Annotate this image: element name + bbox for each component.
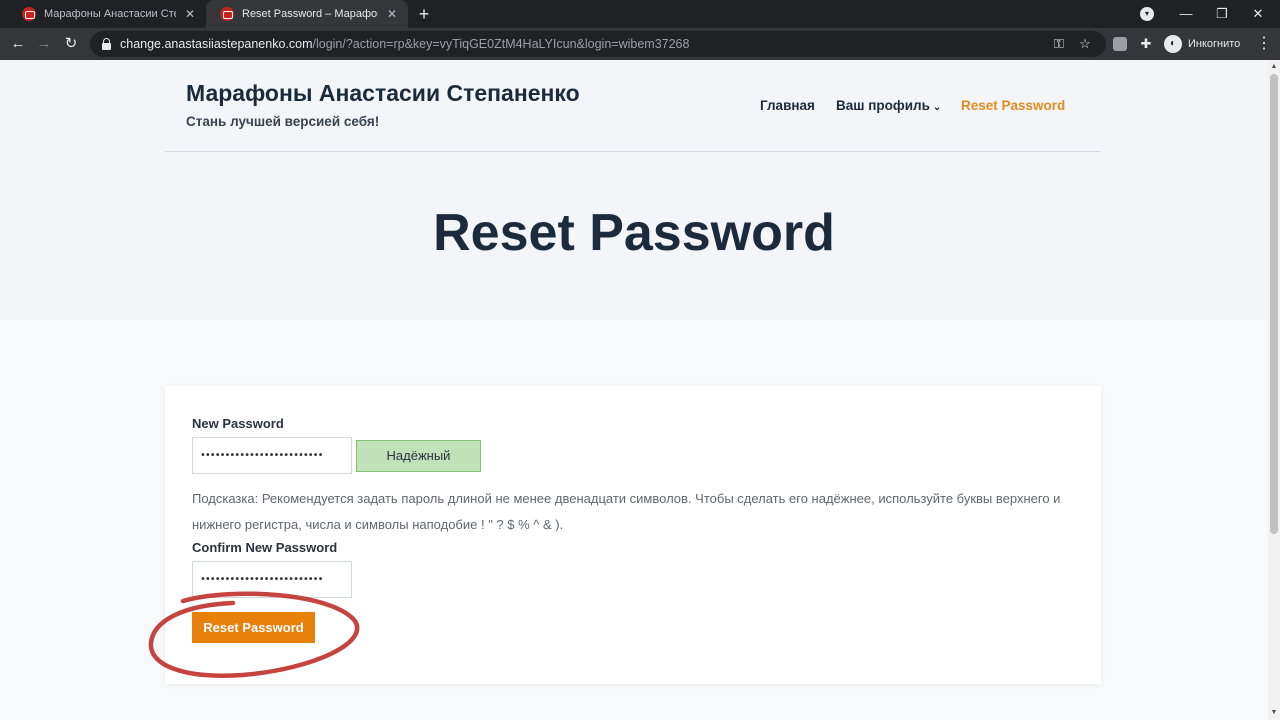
extension-icon[interactable] [1113, 37, 1127, 51]
kebab-menu-icon[interactable]: ⋮ [1254, 34, 1274, 54]
nav-item-label: Reset Password [961, 98, 1066, 113]
nav-item-home[interactable]: Главная [760, 98, 815, 113]
nav-item-label: Главная [760, 98, 815, 113]
browser-tab-active[interactable]: Reset Password – Марафоны Ан ✕ [206, 0, 408, 28]
new-password-input[interactable] [192, 437, 352, 474]
incognito-indicator[interactable]: ◐ Инкогнито [1164, 33, 1240, 55]
reload-icon[interactable]: ↻ [61, 34, 81, 54]
close-icon[interactable]: ✕ [182, 7, 198, 21]
web-page: Марафоны Анастасии Степаненко Стань лучш… [0, 60, 1268, 720]
key-icon[interactable]: ⚿ [1050, 35, 1068, 53]
new-tab-button[interactable]: + [414, 4, 434, 24]
scroll-down-icon[interactable]: ▼ [1270, 708, 1278, 718]
password-strength-badge: Надёжный [356, 440, 481, 472]
annotation-circle [148, 591, 360, 678]
confirm-password-label: Confirm New Password [192, 540, 338, 555]
puzzle-icon[interactable]: ✚ [1137, 35, 1155, 53]
chevron-down-icon: ⌄ [932, 102, 942, 113]
incognito-icon: ◐ [1164, 35, 1182, 53]
tab-search-icon[interactable]: ▾ [1140, 7, 1154, 21]
lock-icon[interactable] [102, 37, 111, 50]
url-text[interactable]: change.anastasiiastepanenko.com/login/?a… [120, 37, 689, 51]
browser-tab-bar: Марафоны Анастасии Степане ✕ Reset Passw… [0, 0, 1280, 28]
password-hint: Подсказка: Рекомендуется задать пароль д… [192, 491, 1061, 532]
site-title[interactable]: Марафоны Анастасии Степаненко [186, 80, 580, 107]
restore-icon[interactable]: ❐ [1204, 0, 1240, 28]
forward-arrow-icon[interactable]: → [34, 34, 54, 54]
nav-item-profile[interactable]: Ваш профиль ⌄ [836, 98, 941, 113]
star-icon[interactable]: ☆ [1076, 35, 1094, 53]
browser-tab[interactable]: Марафоны Анастасии Степане ✕ [8, 0, 206, 28]
site-tagline: Стань лучшей версией себя! [186, 114, 380, 129]
site-favicon-icon [220, 7, 234, 21]
browser-toolbar: ← → ↻ change.anastasiiastepanenko.com/lo… [0, 28, 1280, 60]
header-divider [165, 151, 1101, 152]
back-arrow-icon[interactable]: ← [8, 34, 28, 54]
scrollbar-thumb[interactable] [1270, 74, 1278, 534]
window-close-icon[interactable]: ✕ [1240, 0, 1276, 28]
nav-item-label: Ваш профиль [836, 98, 930, 113]
page-title: Reset Password [433, 204, 835, 262]
nav-item-reset-password[interactable]: Reset Password [961, 98, 1065, 113]
new-password-label: New Password [192, 416, 284, 431]
address-bar[interactable]: change.anastasiiastepanenko.com/login/?a… [90, 31, 1106, 57]
site-favicon-icon [22, 7, 36, 21]
tab-title: Reset Password – Марафоны Ан [242, 8, 378, 20]
scroll-up-icon[interactable]: ▲ [1270, 62, 1278, 72]
page-scrollbar[interactable]: ▲ ▼ [1268, 60, 1280, 720]
incognito-label: Инкогнито [1188, 38, 1241, 50]
tab-title: Марафоны Анастасии Степане [44, 8, 176, 20]
minimize-icon[interactable]: — [1168, 0, 1204, 28]
close-icon[interactable]: ✕ [384, 7, 400, 21]
